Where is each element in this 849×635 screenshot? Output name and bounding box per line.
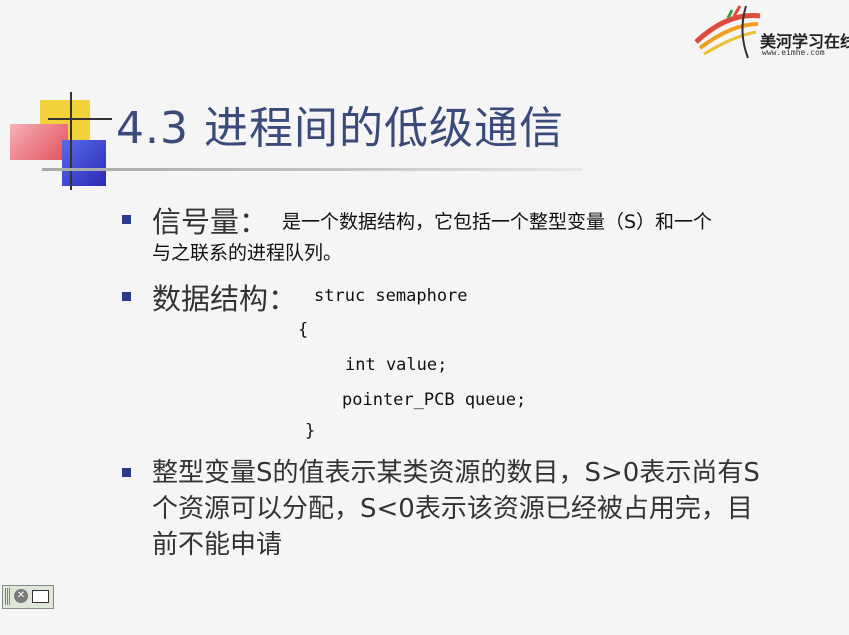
code-value-field: int value; [345,355,448,375]
code-open-brace: { [298,320,309,340]
deco-red-square [10,124,68,160]
title-underline [42,168,582,171]
code-close-brace: } [305,421,316,441]
bullet-1-line-1: 是一个数据结构，它包括一个整型变量（S）和一个 [282,211,713,233]
code-queue-field: pointer_PCB queue; [342,390,527,410]
bullet-1-term: 信号量： [152,205,269,239]
bullet-3-line-3: 前不能申请 [152,530,283,560]
monitor-icon[interactable] [32,590,49,603]
grip-handle[interactable] [5,588,10,605]
bullet-marker [122,468,131,477]
bullet-1-line-2: 与之联系的进程队列。 [152,242,343,264]
code-struct-decl: struc semaphore [314,286,468,306]
deco-vertical-line [70,92,72,190]
deco-horizontal-line [48,118,112,120]
stop-icon[interactable]: ✕ [14,589,28,603]
brand-url: www.eimhe.com [762,48,825,57]
deco-blue-square [62,140,106,186]
bullet-marker [122,215,131,224]
bullet-3-line-1: 整型变量S的值表示某类资源的数目，S>0表示尚有S [152,458,760,488]
slideshow-control[interactable]: ✕ [2,585,54,609]
page-title: 4.3 进程间的低级通信 [116,103,564,154]
bullet-2-term: 数据结构： [152,282,298,316]
bullet-3-line-2: 个资源可以分配，S<0表示该资源已经被占用完，目 [152,494,753,524]
slide: 美河学习在线 www.eimhe.com 4.3 进程间的低级通信 信号量： 是… [0,0,849,635]
bullet-marker [122,292,131,301]
